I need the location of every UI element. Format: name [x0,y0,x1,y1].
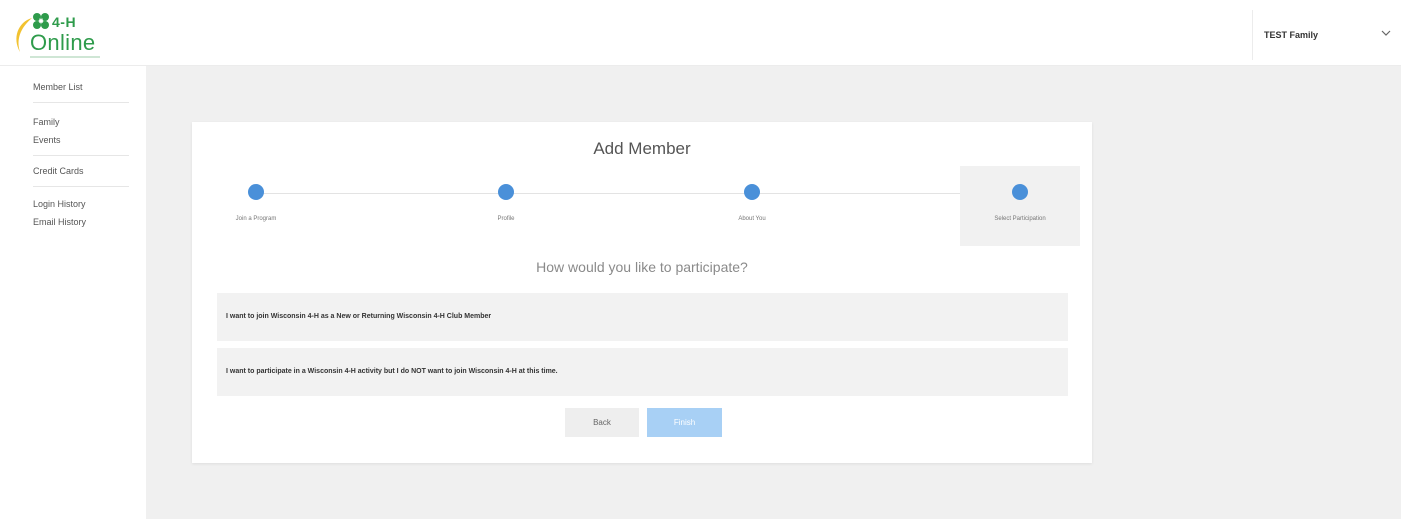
svg-text:H: H [39,19,43,25]
sidebar-item-login-history[interactable]: Login History [33,195,129,213]
add-member-card: Add Member Join a Program Profile About … [192,122,1092,463]
header-divider [1252,10,1253,60]
step-profile[interactable]: Profile [446,166,566,246]
nav-group-family: Family Events [33,103,129,156]
step-label: About You [738,216,766,222]
step-label: Profile [497,216,515,222]
top-bar: H 4-H Online TEST Family [0,0,1401,66]
4h-online-logo[interactable]: H 4-H Online [10,8,105,60]
stepper-track [256,193,1016,194]
nav-group-history: Login History Email History [33,187,129,237]
step-label: Select Participation [994,216,1046,222]
sidebar: Member List Family Events Credit Cards L… [0,66,146,519]
step-label: Join a Program [235,216,277,222]
option-activity-only[interactable]: I want to participate in a Wisconsin 4-H… [217,348,1068,396]
step-about-you[interactable]: About You [692,166,812,246]
participation-question: How would you like to participate? [536,259,748,275]
step-dot [248,184,264,200]
sidebar-item-credit-cards[interactable]: Credit Cards [33,162,129,180]
option-join-club-member[interactable]: I want to join Wisconsin 4-H as a New or… [217,293,1068,341]
sidebar-item-email-history[interactable]: Email History [33,213,129,231]
back-button[interactable]: Back [565,408,639,437]
chevron-down-icon[interactable] [1379,27,1393,39]
step-dot [744,184,760,200]
nav-group-members: Member List [33,66,129,103]
nav-group-payments: Credit Cards [33,156,129,187]
step-select-participation[interactable]: Select Participation [960,166,1080,246]
sidebar-item-member-list[interactable]: Member List [33,78,129,96]
sidebar-item-family[interactable]: Family [33,113,129,131]
family-name[interactable]: TEST Family [1264,30,1318,40]
step-dot [498,184,514,200]
finish-button[interactable]: Finish [647,408,722,437]
step-dot [1012,184,1028,200]
sidebar-item-events[interactable]: Events [33,131,129,149]
logo-underline [30,56,100,58]
page-title: Add Member [593,139,691,158]
clover-icon: H [33,13,49,29]
logo-online-text: Online [30,30,96,55]
logo-4h-text: 4-H [52,14,77,30]
step-join-a-program[interactable]: Join a Program [196,166,316,246]
main-content: Add Member Join a Program Profile About … [146,66,1401,519]
